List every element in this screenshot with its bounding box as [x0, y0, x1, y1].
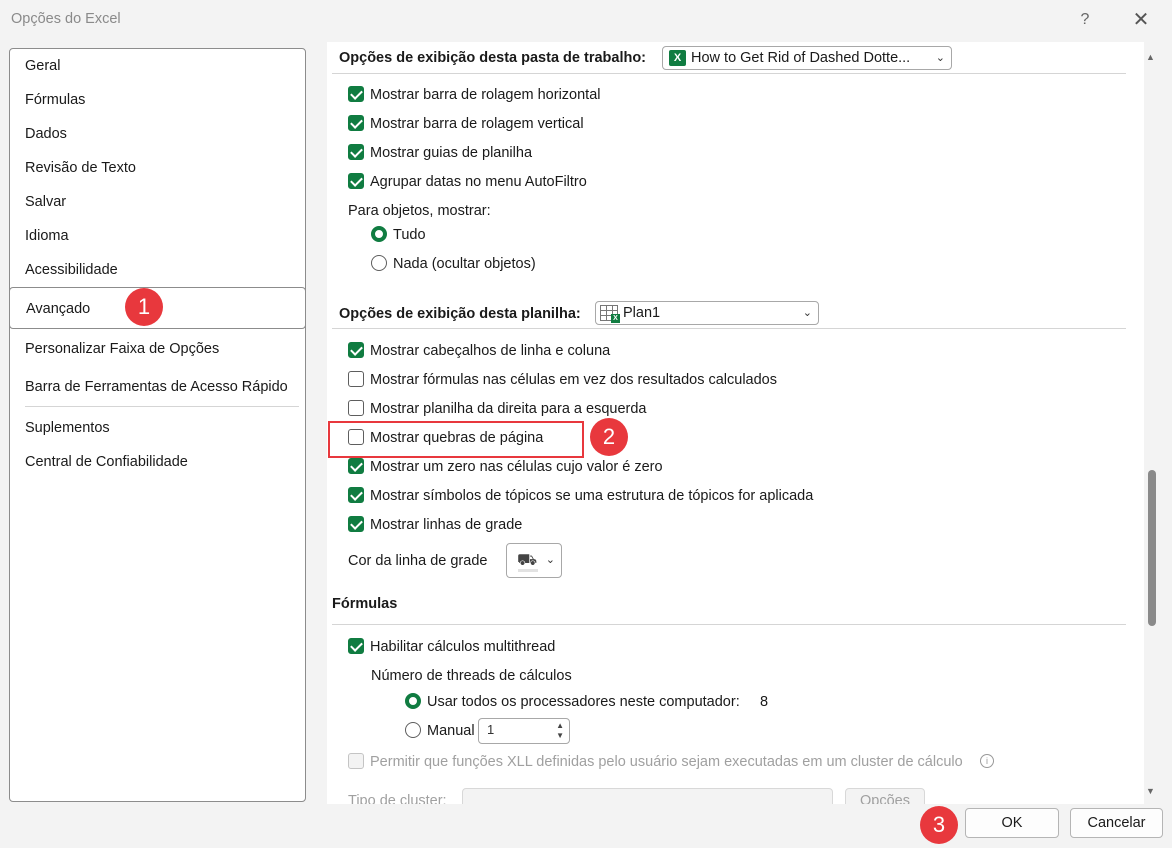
- section-divider: [332, 73, 1126, 74]
- checkbox[interactable]: [348, 86, 364, 102]
- check-label: Mostrar fórmulas nas células em vez dos …: [370, 372, 777, 388]
- check-label: Mostrar cabeçalhos de linha e coluna: [370, 343, 611, 359]
- radio-label: Usar todos os processadores neste comput…: [427, 694, 740, 710]
- spin-up-icon[interactable]: ▲: [556, 721, 564, 730]
- check-label: Mostrar guias de planilha: [370, 145, 533, 161]
- title-bar: Opções do Excel ? ✕: [0, 0, 1172, 40]
- scrollbar-thumb[interactable]: [1148, 470, 1156, 626]
- checkbox[interactable]: [348, 638, 364, 654]
- sidebar-item-confiabilidade[interactable]: Central de Confiabilidade: [25, 451, 188, 473]
- sidebar-item-geral[interactable]: Geral: [25, 55, 60, 77]
- sheet-section-title: Opções de exibição desta planilha:: [339, 306, 581, 322]
- checkbox[interactable]: [348, 487, 364, 503]
- check-label: Mostrar planilha da direita para a esque…: [370, 401, 647, 417]
- section-divider: [332, 328, 1126, 329]
- info-icon: i: [980, 754, 994, 768]
- checkbox[interactable]: [348, 144, 364, 160]
- check-label: Mostrar linhas de grade: [370, 517, 523, 533]
- check-label: Agrupar datas no menu AutoFiltro: [370, 174, 587, 190]
- section-divider: [332, 624, 1126, 625]
- radio-label: Manual: [427, 723, 475, 739]
- sidebar-item-salvar[interactable]: Salvar: [25, 191, 66, 213]
- sidebar-nav: Geral Fórmulas Dados Revisão de Texto Sa…: [9, 48, 306, 802]
- workbook-select[interactable]: X How to Get Rid of Dashed Dotte... ⌄: [662, 46, 952, 70]
- annotation-badge-2: 2: [590, 418, 628, 456]
- cluster-options-button: Opções: [845, 788, 925, 804]
- ok-button[interactable]: OK: [965, 808, 1059, 838]
- check-label: Mostrar símbolos de tópicos se uma estru…: [370, 488, 814, 504]
- annotation-badge-3: 3: [920, 806, 958, 844]
- checkbox[interactable]: [348, 342, 364, 358]
- sidebar-item-revisao[interactable]: Revisão de Texto: [25, 157, 136, 179]
- processor-count: 8: [760, 694, 769, 710]
- checkbox[interactable]: [348, 400, 364, 416]
- radio-label: Nada (ocultar objetos): [393, 256, 536, 272]
- check-label: Permitir que funções XLL definidas pelo …: [370, 754, 963, 770]
- checkbox[interactable]: [348, 115, 364, 131]
- checkbox[interactable]: [348, 371, 364, 387]
- sheet-select[interactable]: X Plan1 ⌄: [595, 301, 819, 325]
- sidebar-item-idioma[interactable]: Idioma: [25, 225, 69, 247]
- gridline-color-picker[interactable]: ⛟ ⌄: [506, 543, 562, 578]
- radio-label: Tudo: [393, 227, 426, 243]
- objects-label: Para objetos, mostrar:: [348, 203, 491, 219]
- window-title: Opções do Excel: [11, 11, 121, 27]
- spin-down-icon[interactable]: ▼: [556, 731, 564, 740]
- workbook-section-title: Opções de exibição desta pasta de trabal…: [339, 50, 647, 66]
- checkbox[interactable]: [348, 516, 364, 532]
- close-button[interactable]: ✕: [1124, 6, 1158, 34]
- sidebar-divider: [25, 406, 299, 407]
- checkbox[interactable]: [348, 429, 364, 445]
- threads-spinner[interactable]: 1 ▲ ▼: [478, 718, 570, 744]
- scroll-down-icon[interactable]: ▼: [1146, 786, 1155, 796]
- chevron-down-icon: ⌄: [935, 52, 945, 64]
- check-label: Mostrar quebras de página: [370, 430, 544, 446]
- check-label: Mostrar um zero nas células cujo valor é…: [370, 459, 663, 475]
- cluster-type-label: Tipo de cluster:: [348, 793, 447, 804]
- workbook-select-value: How to Get Rid of Dashed Dotte...: [691, 50, 911, 66]
- radio[interactable]: [405, 693, 421, 709]
- sidebar-item-acessibilidade[interactable]: Acessibilidade: [25, 259, 118, 281]
- cluster-type-select: [462, 788, 833, 804]
- excel-icon: X: [669, 50, 686, 66]
- sidebar-item-suplementos[interactable]: Suplementos: [25, 417, 110, 439]
- annotation-badge-1: 1: [125, 288, 163, 326]
- check-label: Mostrar barra de rolagem horizontal: [370, 87, 601, 103]
- chevron-down-icon: ⌄: [545, 554, 555, 566]
- sidebar-item-acesso-rapido[interactable]: Barra de Ferramentas de Acesso Rápido: [25, 376, 288, 398]
- radio[interactable]: [371, 255, 387, 271]
- checkbox: [348, 753, 364, 769]
- check-label: Habilitar cálculos multithread: [370, 639, 556, 655]
- sheet-select-value: Plan1: [623, 305, 661, 321]
- help-button[interactable]: ?: [1072, 8, 1098, 32]
- checkbox[interactable]: [348, 458, 364, 474]
- color-swatch: [518, 569, 538, 572]
- gridline-color-label: Cor da linha de grade: [348, 553, 488, 569]
- cancel-button[interactable]: Cancelar: [1070, 808, 1163, 838]
- paint-bucket-icon: ⛟: [517, 552, 538, 569]
- sidebar-item-dados[interactable]: Dados: [25, 123, 67, 145]
- sidebar-item-formulas[interactable]: Fórmulas: [25, 89, 85, 111]
- scroll-up-icon[interactable]: ▲: [1146, 52, 1155, 62]
- sidebar-item-personalizar-faixa[interactable]: Personalizar Faixa de Opções: [25, 338, 219, 360]
- threads-spinner-value: 1: [487, 722, 495, 737]
- radio[interactable]: [371, 226, 387, 242]
- chevron-down-icon: ⌄: [802, 307, 812, 319]
- threads-label: Número de threads de cálculos: [371, 668, 572, 684]
- sheet-icon: X: [600, 305, 620, 323]
- options-panel[interactable]: Opções de exibição desta pasta de trabal…: [327, 42, 1144, 804]
- check-label: Mostrar barra de rolagem vertical: [370, 116, 584, 132]
- radio[interactable]: [405, 722, 421, 738]
- formulas-section-title: Fórmulas: [332, 596, 398, 612]
- checkbox[interactable]: [348, 173, 364, 189]
